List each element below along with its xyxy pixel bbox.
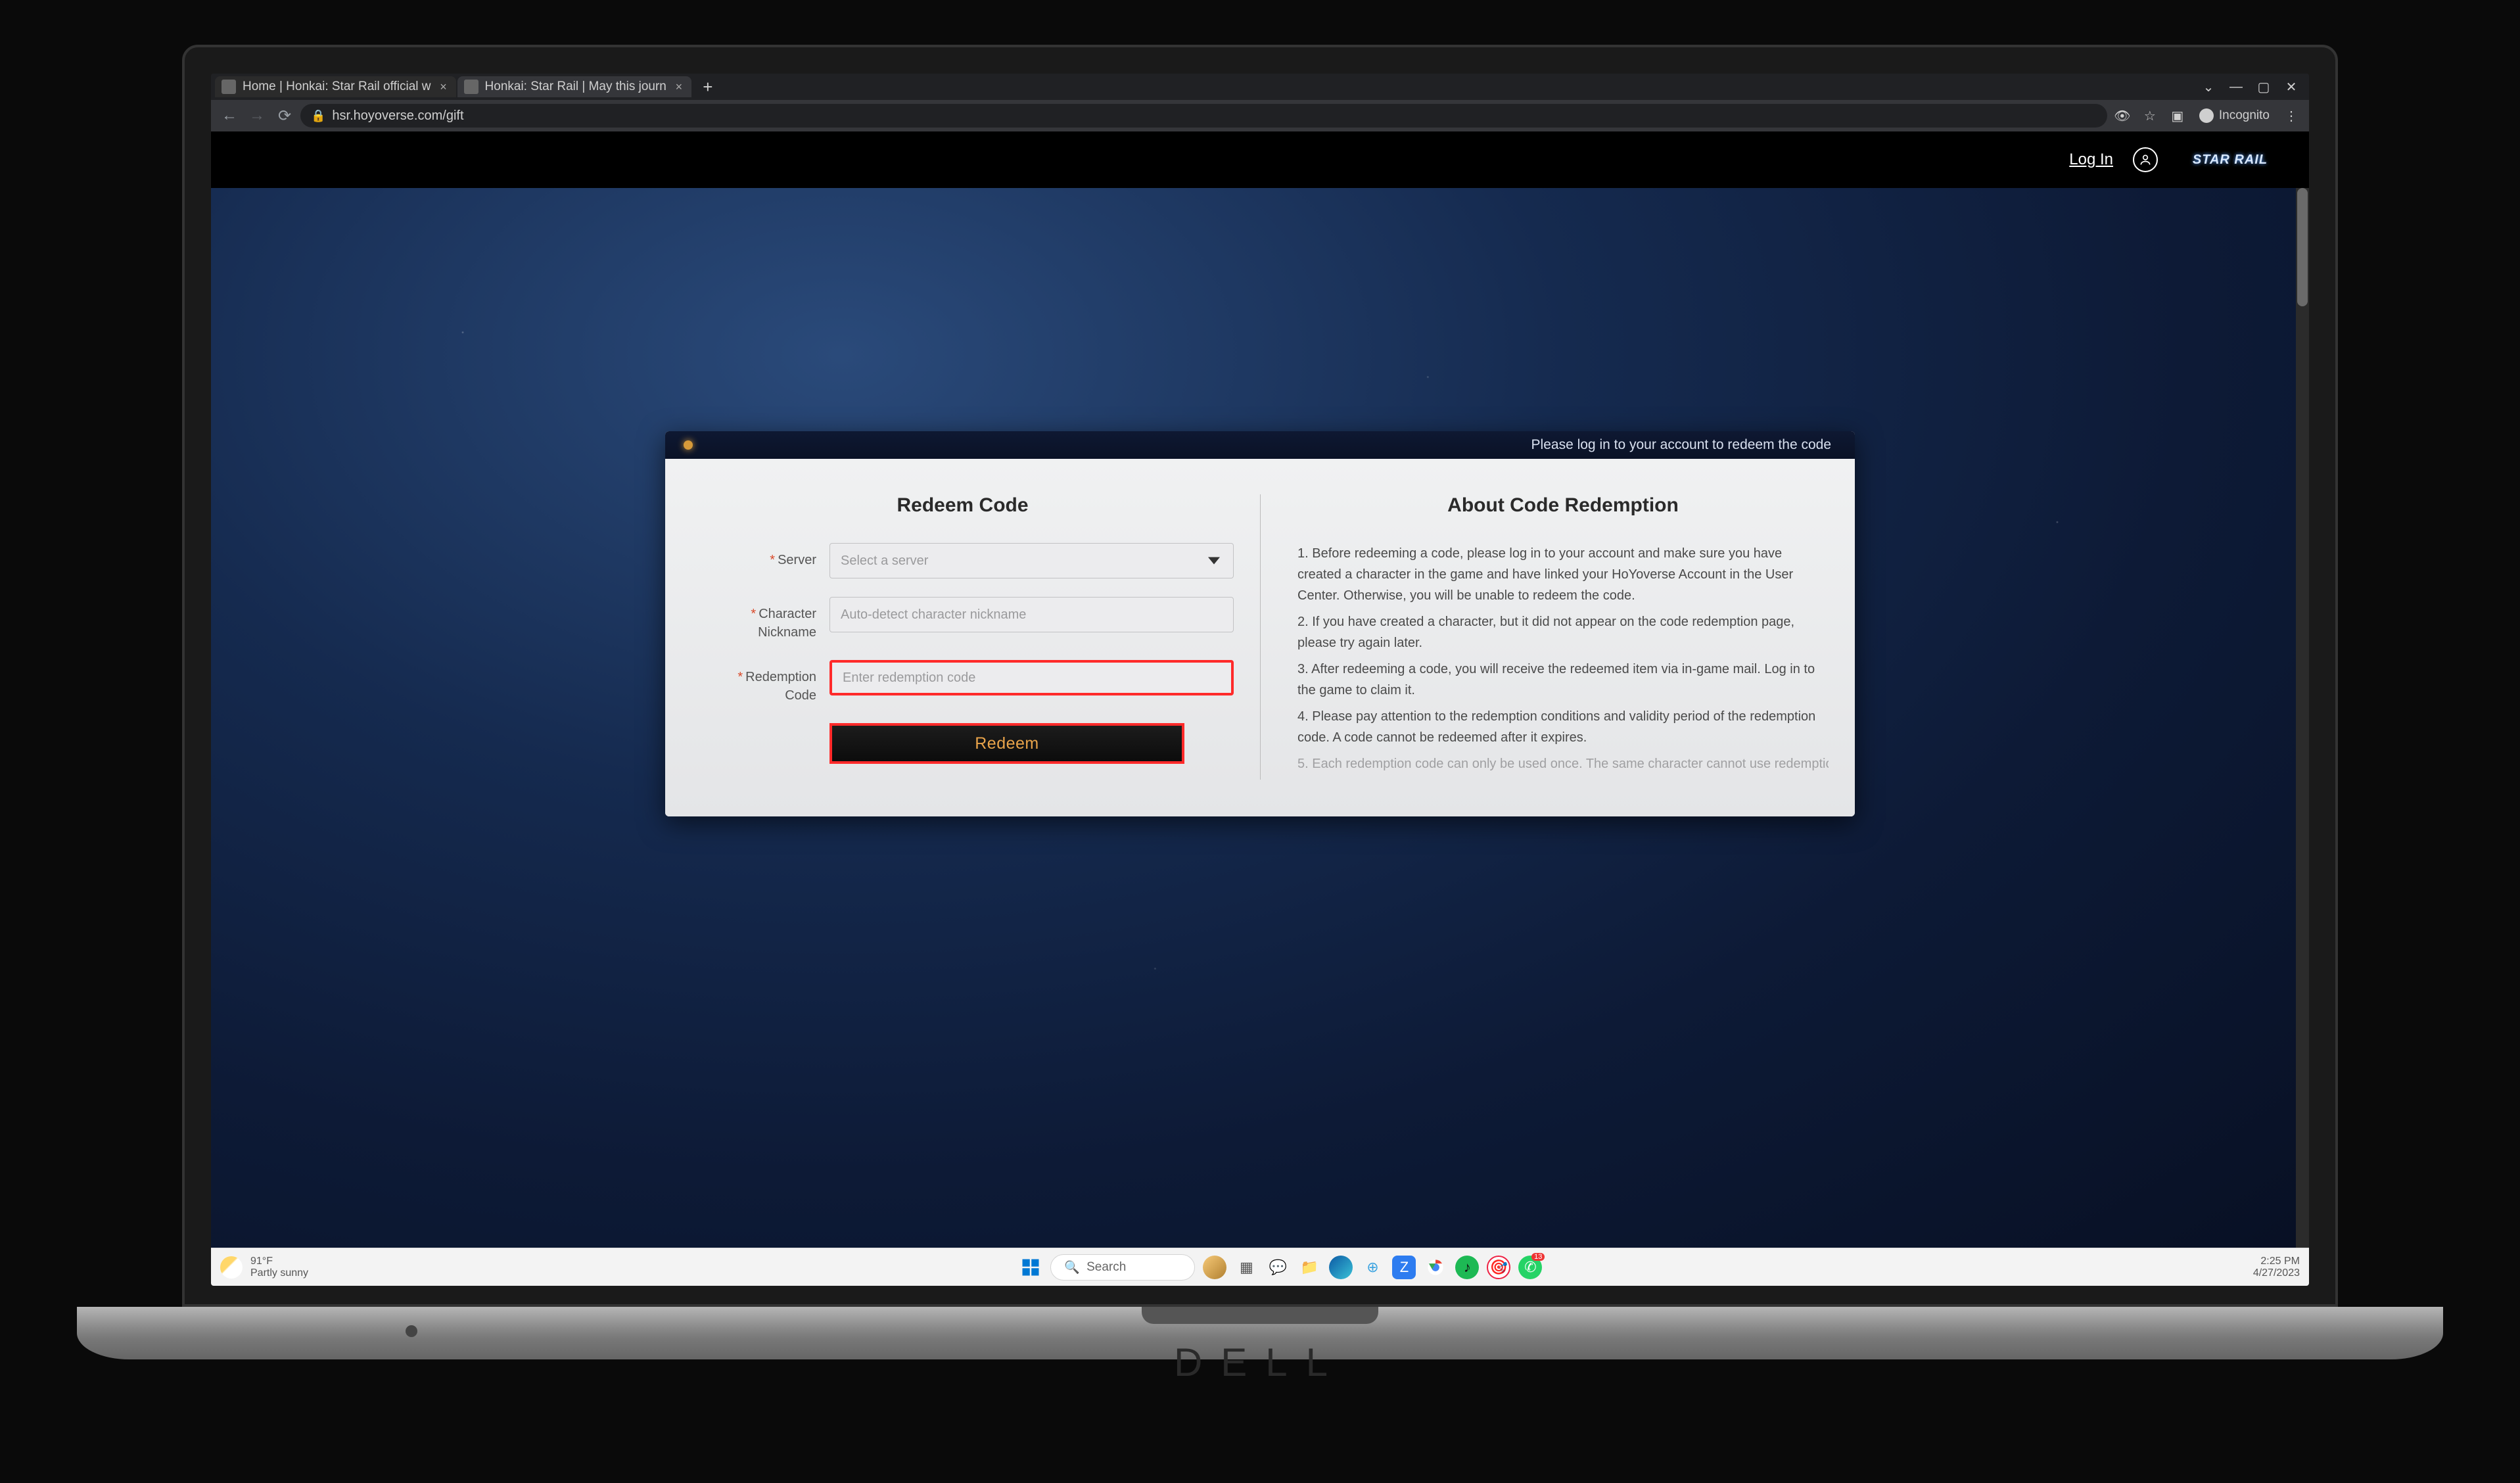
card-header: Please log in to your account to redeem …: [665, 431, 1855, 459]
camera-icon: [406, 1325, 417, 1337]
server-select[interactable]: Select a server: [829, 543, 1234, 578]
tab-gift[interactable]: Honkai: Star Rail | May this journ ×: [457, 76, 691, 97]
taskbar-search[interactable]: 🔍 Search: [1050, 1254, 1195, 1281]
close-window-button[interactable]: ✕: [2277, 76, 2305, 97]
weather-temp: 91°F: [250, 1256, 308, 1267]
url-input[interactable]: 🔒 hsr.hoyoverse.com/gift: [300, 104, 2107, 128]
game-logo[interactable]: STAR RAIL: [2178, 141, 2283, 178]
favicon-icon: [464, 80, 478, 94]
server-label: *Server: [691, 543, 816, 569]
maximize-button[interactable]: ▢: [2250, 76, 2277, 97]
redeem-card: Please log in to your account to redeem …: [665, 431, 1855, 816]
rule-item: 1. Before redeeming a code, please log i…: [1297, 543, 1829, 606]
spotify-icon[interactable]: ♪: [1455, 1256, 1479, 1279]
logo-text: STAR RAIL: [2193, 153, 2268, 168]
windows-taskbar: 91°F Partly sunny 🔍 Search ▦ 💬 📁 ⊕ Z: [211, 1248, 2309, 1286]
whatsapp-icon[interactable]: ✆13: [1518, 1256, 1542, 1279]
minimize-button[interactable]: —: [2222, 76, 2250, 97]
close-icon[interactable]: ×: [673, 81, 685, 93]
rule-item: 5. Each redemption code can only be used…: [1297, 753, 1829, 774]
nickname-label: *CharacterNickname: [691, 597, 816, 642]
redeem-button[interactable]: Redeem: [829, 723, 1184, 764]
incognito-indicator[interactable]: Incognito: [2194, 108, 2275, 123]
code-label: *RedemptionCode: [691, 660, 816, 705]
address-bar: ← → ⟳ 🔒 hsr.hoyoverse.com/gift 👁 ☆ ▣ Inc…: [211, 100, 2309, 131]
header-message: Please log in to your account to redeem …: [1531, 437, 1831, 453]
explorer-icon[interactable]: 📁: [1297, 1256, 1321, 1279]
rules-title: About Code Redemption: [1297, 494, 1829, 517]
incognito-label: Incognito: [2219, 108, 2270, 123]
date: 4/27/2023: [2253, 1267, 2300, 1279]
rule-item: 4. Please pay attention to the redemptio…: [1297, 706, 1829, 748]
browser-titlebar: Home | Honkai: Star Rail official w × Ho…: [211, 74, 2309, 100]
scrollbar[interactable]: [2296, 188, 2309, 1248]
chrome-icon[interactable]: [1424, 1256, 1447, 1279]
app-icon[interactable]: ⊕: [1361, 1256, 1384, 1279]
page-content: Log In STAR RAIL Please log in to your a…: [211, 131, 2309, 1248]
app-icon[interactable]: [1203, 1256, 1226, 1279]
start-button[interactable]: [1019, 1256, 1042, 1279]
weather-icon: [220, 1256, 243, 1279]
rule-item: 3. After redeeming a code, you will rece…: [1297, 659, 1829, 701]
extensions-icon[interactable]: ▣: [2166, 105, 2189, 127]
redemption-code-input[interactable]: Enter redemption code: [829, 660, 1234, 695]
chevron-down-icon[interactable]: ⌄: [2195, 76, 2222, 97]
back-button[interactable]: ←: [218, 104, 241, 128]
rules-panel: About Code Redemption 1. Before redeemin…: [1260, 494, 1829, 780]
lock-icon: 🔒: [311, 109, 325, 123]
tab-label: Home | Honkai: Star Rail official w: [243, 80, 431, 94]
nickname-input[interactable]: Auto-detect character nickname: [829, 597, 1234, 632]
dell-logo: DELL: [77, 1340, 2443, 1385]
chat-icon[interactable]: 💬: [1266, 1256, 1290, 1279]
search-placeholder: Search: [1086, 1260, 1126, 1275]
forward-button[interactable]: →: [245, 104, 269, 128]
app-icon[interactable]: Z: [1392, 1256, 1416, 1279]
incognito-icon: [2199, 108, 2214, 123]
form-panel: Redeem Code *Server Select a server *Cha…: [691, 494, 1260, 780]
time: 2:25 PM: [2253, 1256, 2300, 1267]
task-view-icon[interactable]: ▦: [1234, 1256, 1258, 1279]
login-link[interactable]: Log In: [2069, 151, 2113, 169]
button-label: Redeem: [975, 734, 1039, 753]
close-icon[interactable]: ×: [438, 81, 450, 93]
weather-desc: Partly sunny: [250, 1267, 308, 1279]
tab-home[interactable]: Home | Honkai: Star Rail official w ×: [215, 76, 456, 97]
site-topbar: Log In STAR RAIL: [211, 131, 2309, 188]
app-icon[interactable]: 🎯: [1487, 1256, 1510, 1279]
rule-item: 2. If you have created a character, but …: [1297, 611, 1829, 653]
clock[interactable]: 2:25 PM 4/27/2023: [2253, 1256, 2300, 1279]
eye-off-icon[interactable]: 👁: [2111, 105, 2134, 127]
weather-widget[interactable]: 91°F Partly sunny: [220, 1256, 308, 1279]
input-placeholder: Auto-detect character nickname: [841, 607, 1026, 623]
form-title: Redeem Code: [691, 494, 1234, 517]
star-icon[interactable]: ☆: [2139, 105, 2161, 127]
url-text: hsr.hoyoverse.com/gift: [332, 108, 463, 124]
favicon-icon: [222, 80, 236, 94]
reload-button[interactable]: ⟳: [273, 104, 296, 128]
tab-label: Honkai: Star Rail | May this journ: [485, 80, 666, 94]
search-icon: 🔍: [1064, 1259, 1080, 1275]
user-icon[interactable]: [2133, 147, 2158, 172]
edge-icon[interactable]: [1329, 1256, 1353, 1279]
system-tray[interactable]: 2:25 PM 4/27/2023: [2253, 1256, 2300, 1279]
input-placeholder: Enter redemption code: [843, 671, 975, 686]
menu-button[interactable]: ⋮: [2280, 105, 2302, 127]
select-placeholder: Select a server: [841, 553, 928, 569]
new-tab-button[interactable]: +: [697, 76, 719, 97]
scrollbar-thumb[interactable]: [2297, 188, 2308, 306]
